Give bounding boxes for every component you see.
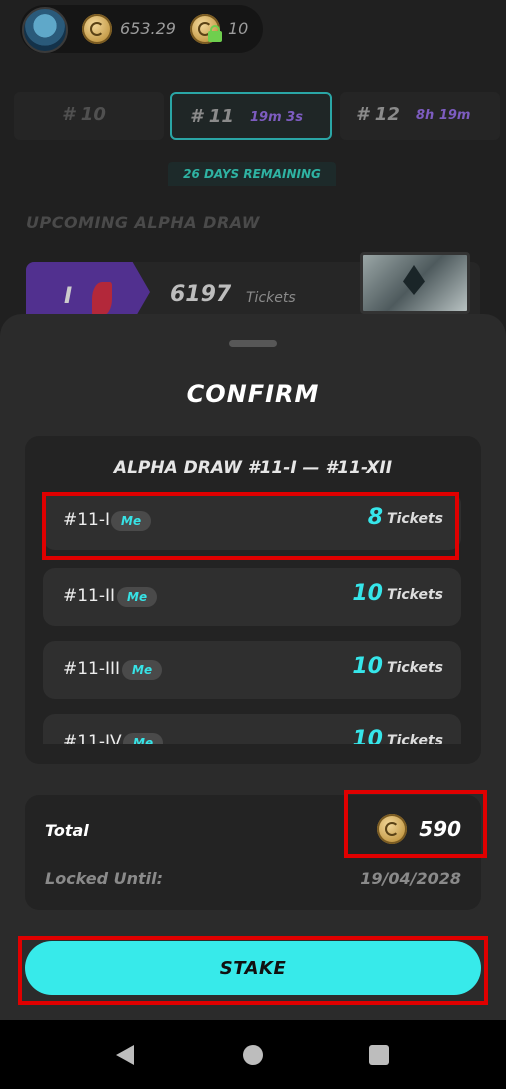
coin-icon: [82, 14, 112, 44]
confirm-title: CONFIRM: [186, 380, 320, 408]
coin-icon: [377, 814, 407, 844]
recents-icon[interactable]: [369, 1045, 389, 1065]
days-remaining-badge: 26 DAYS REMAINING: [168, 162, 336, 186]
draw-list[interactable]: #11-I Me 8 Tickets #11-II Me 10 Tickets …: [43, 492, 463, 744]
ticket-count: 10: [352, 654, 383, 679]
me-badge: Me: [111, 511, 152, 531]
tab-number: # 12: [356, 104, 400, 125]
me-badge: Me: [117, 587, 158, 607]
chest-gem: [403, 265, 425, 295]
upcoming-ticket-count: 6197: [170, 282, 232, 307]
back-icon[interactable]: [116, 1045, 134, 1065]
chest-icon: [360, 252, 470, 314]
draw-list-card: ALPHA DRAW #11-I — #11-XII #11-I Me 8 Ti…: [25, 436, 481, 764]
list-item[interactable]: #11-I Me 8 Tickets: [43, 492, 461, 550]
locked-balance: 10: [228, 19, 249, 38]
balance-bar: 653.29 10: [20, 5, 263, 53]
sheet-handle[interactable]: [229, 340, 277, 347]
list-item[interactable]: #11-II Me 10 Tickets: [43, 568, 461, 626]
home-icon[interactable]: [243, 1045, 263, 1065]
ticket-unit: Tickets: [387, 733, 443, 744]
avatar[interactable]: [22, 7, 68, 53]
me-badge: Me: [123, 733, 164, 744]
total-card: Total 590 Locked Until: 19/04/2028: [25, 795, 481, 910]
draw-roman: I: [64, 284, 73, 309]
draw-id: #11-III: [63, 659, 121, 679]
ticket-count: 10: [352, 581, 383, 606]
upcoming-ticket-unit: Tickets: [246, 290, 296, 306]
draw-id: #11-IV: [63, 732, 122, 744]
ticket-count: 8: [367, 505, 383, 530]
locked-until-date: 19/04/2028: [360, 869, 461, 888]
tab-countdown: 8h 19m: [416, 108, 471, 123]
tab-countdown: 19m 3s: [250, 110, 303, 125]
locked-until-label: Locked Until:: [45, 869, 164, 888]
ticket-unit: Tickets: [387, 511, 443, 527]
me-badge: Me: [122, 660, 163, 680]
tab-draw-12[interactable]: # 12 8h 19m: [340, 92, 500, 140]
ticket-unit: Tickets: [387, 587, 443, 603]
tab-draw-10[interactable]: # 10: [14, 92, 164, 140]
tab-draw-11[interactable]: # 11 19m 3s: [170, 92, 332, 140]
total-value: 590: [419, 817, 461, 841]
draw-tabs: # 10 # 11 19m 3s # 12 8h 19m: [0, 92, 506, 142]
list-item[interactable]: #11-IV Me 10 Tickets: [43, 714, 461, 744]
lock-icon: [208, 25, 222, 42]
upcoming-section-title: UPCOMING ALPHA DRAW: [26, 213, 260, 232]
stake-button[interactable]: STAKE: [25, 941, 481, 995]
draw-flag: I: [26, 262, 150, 322]
tab-number: # 10: [62, 104, 106, 125]
draw-id: #11-II: [63, 586, 116, 606]
ticket-unit: Tickets: [387, 660, 443, 676]
draw-list-title: ALPHA DRAW #11-I — #11-XII: [113, 458, 393, 478]
ticket-count: 10: [352, 727, 383, 744]
draw-mark-icon: [92, 282, 112, 316]
coin-balance: 653.29: [120, 19, 176, 38]
draw-id: #11-I: [63, 510, 111, 530]
total-label: Total: [45, 821, 89, 840]
list-item[interactable]: #11-III Me 10 Tickets: [43, 641, 461, 699]
tab-number: # 11: [190, 106, 234, 127]
